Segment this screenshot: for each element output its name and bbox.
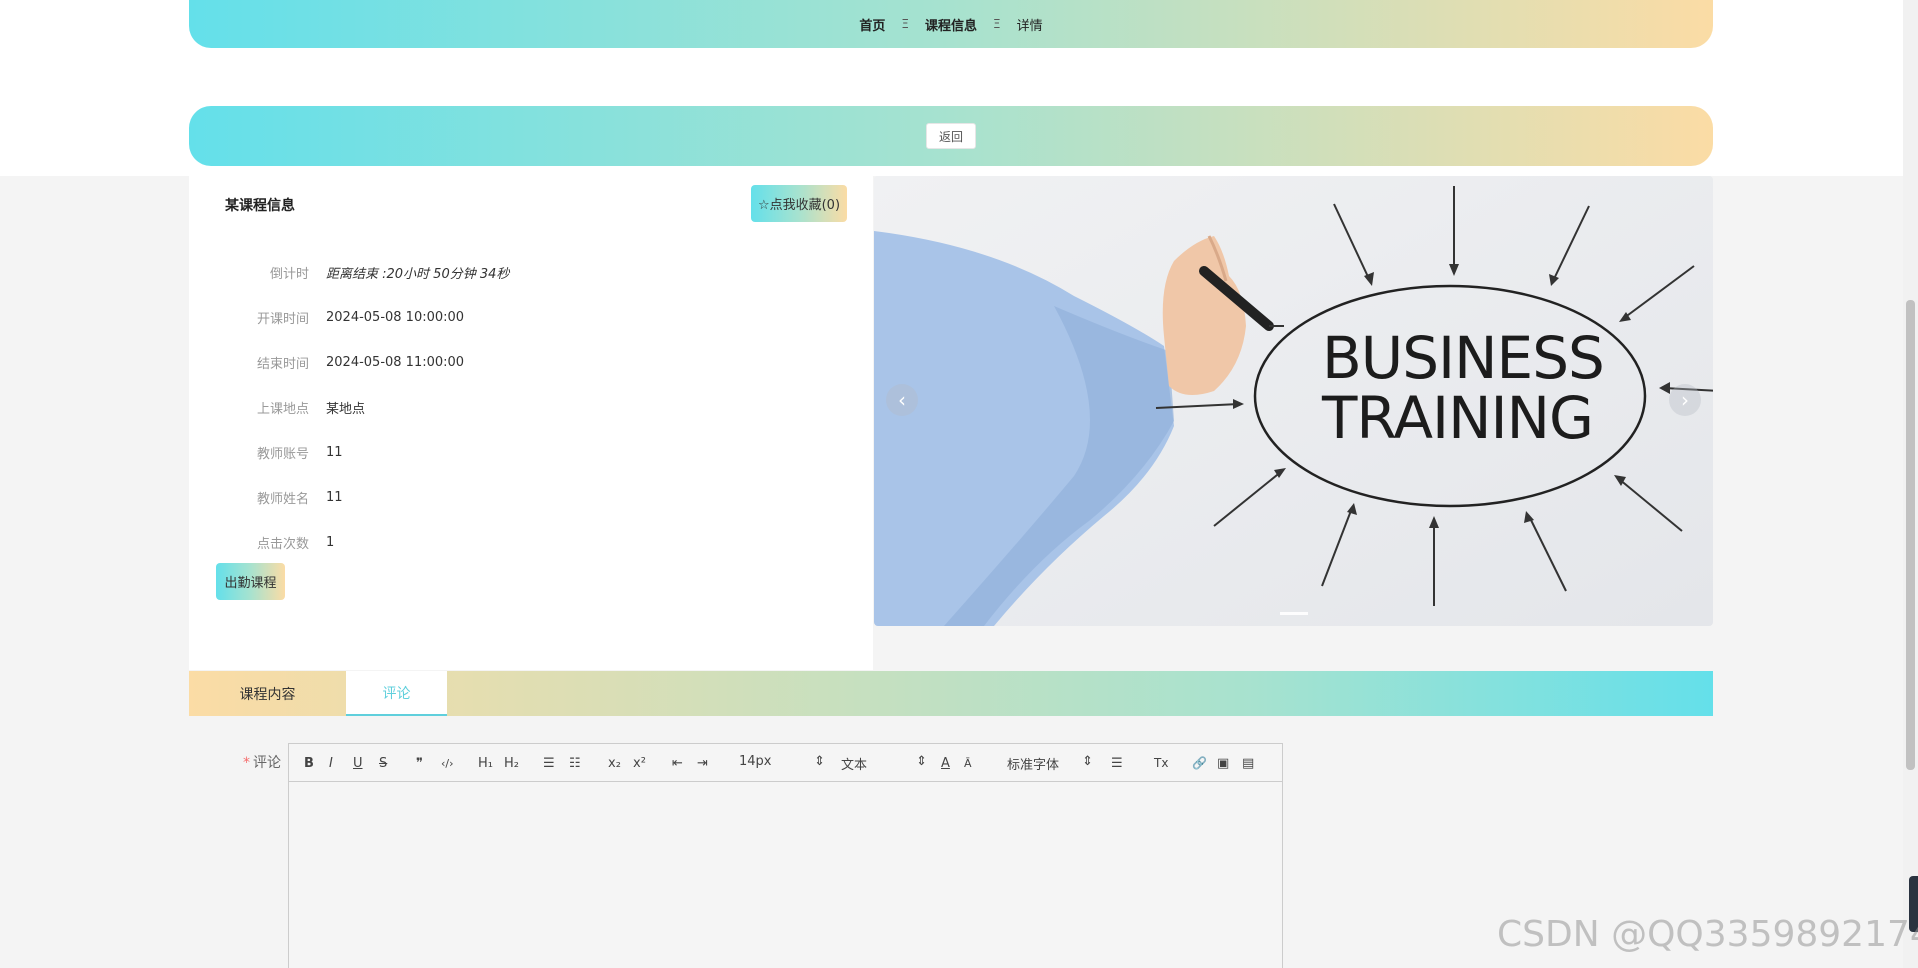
heading-2-icon[interactable]: H₂ [504,754,519,772]
align-icon[interactable]: ☰ [1111,754,1123,772]
breadcrumb-separator: Ξ [993,17,1001,31]
select-arrows-icon: ⇕ [1082,754,1093,769]
subscript-icon[interactable]: x₂ [608,754,621,772]
course-info-panel: 某课程信息 ☆点我收藏(0) 倒计时 距离结束 :20小时 50分钟 34秒 开… [189,176,873,670]
font-size-value: 14px [739,754,772,769]
background-color-icon[interactable]: Ā [964,754,972,772]
strikethrough-icon[interactable]: S [379,754,387,772]
comment-label-text: 评论 [253,755,281,771]
carousel-prev-button[interactable]: ‹ [886,384,918,416]
field-value: 2024-05-08 11:00:00 [326,354,465,370]
font-family-value: 标准字体 [1007,758,1060,773]
field-value: 1 [326,534,335,550]
clear-format-icon[interactable]: Tx [1154,754,1168,772]
carousel-indicator[interactable] [1280,612,1308,615]
favorite-button[interactable]: ☆点我收藏(0) [751,185,847,222]
video-icon[interactable]: ▤ [1242,754,1254,772]
field-location: 上课地点 某地点 [189,397,873,417]
course-image-carousel[interactable]: ‹ › BUSINESS TRAINING [874,176,1713,626]
scrollbar-thumb[interactable] [1906,300,1915,770]
field-value: 11 [326,489,343,505]
code-block-icon[interactable]: ‹/› [441,754,454,772]
field-countdown: 倒计时 距离结束 :20小时 50分钟 34秒 [189,262,873,282]
field-label: 开课时间 [256,311,309,327]
ordered-list-icon[interactable]: ☰ [543,754,555,772]
field-label: 上课地点 [256,401,309,417]
field-label: 结束时间 [256,356,309,372]
field-start-time: 开课时间 2024-05-08 10:00:00 [189,307,873,327]
underline-icon[interactable]: U [353,754,363,772]
comment-editor: B I U S ❞ ‹/› H₁ H₂ ☰ ☷ x₂ x² ⇤ ⇥ 14px ⇕ … [288,743,1283,968]
banner-line-1: BUSINESS [1322,324,1605,392]
select-arrows-icon: ⇕ [814,754,825,769]
back-bar: 返回 [189,106,1713,166]
field-label: 教师账号 [256,446,309,462]
field-label: 点击次数 [256,536,309,552]
font-size-select[interactable]: 14px ⇕ [739,754,825,769]
heading-1-icon[interactable]: H₁ [478,754,493,772]
select-arrows-icon: ⇕ [916,754,927,769]
italic-icon[interactable]: I [329,754,333,772]
superscript-icon[interactable]: x² [633,754,646,772]
comment-label: * 评论 [243,752,281,772]
editor-toolbar: B I U S ❞ ‹/› H₁ H₂ ☰ ☷ x₂ x² ⇤ ⇥ 14px ⇕ … [289,744,1282,782]
course-title: 某课程信息 [225,198,295,214]
blockquote-icon[interactable]: ❞ [416,754,423,772]
font-color-icon[interactable]: A [941,754,950,772]
watermark: CSDN @QQ3359892174 [1497,914,1918,955]
field-label: 教师姓名 [256,491,309,507]
field-value: 11 [326,444,343,460]
breadcrumb-separator: Ξ [901,17,909,31]
field-label: 倒计时 [269,266,309,282]
format-select[interactable]: 文本 ⇕ [841,754,927,773]
breadcrumb: 首页 Ξ 课程信息 Ξ 详情 [189,0,1713,48]
detail-tabs: 课程内容 评论 [189,671,1713,716]
tab-comment[interactable]: 评论 [346,671,447,716]
breadcrumb-course-info[interactable]: 课程信息 [925,15,977,34]
field-teacher-name: 教师姓名 11 [189,487,873,507]
back-button[interactable]: 返回 [925,123,976,149]
field-value: 2024-05-08 10:00:00 [326,309,465,325]
required-mark: * [243,755,250,771]
breadcrumb-detail: 详情 [1016,18,1043,34]
format-value: 文本 [841,758,868,773]
image-icon[interactable]: ▣ [1217,754,1229,772]
outdent-icon[interactable]: ⇤ [672,754,683,772]
font-family-select[interactable]: 标准字体 ⇕ [1007,754,1093,773]
breadcrumb-home[interactable]: 首页 [859,15,885,34]
field-click-count: 点击次数 1 [189,532,873,552]
banner-text: BUSINESS TRAINING [1322,324,1605,452]
carousel-next-button[interactable]: › [1669,384,1701,416]
link-icon[interactable]: 🔗 [1192,754,1207,772]
attend-course-button[interactable]: 出勤课程 [216,563,285,600]
indent-icon[interactable]: ⇥ [697,754,708,772]
field-value: 距离结束 :20小时 50分钟 34秒 [326,266,510,282]
field-teacher-account: 教师账号 11 [189,442,873,462]
bullet-list-icon[interactable]: ☷ [569,754,581,772]
banner-line-2: TRAINING [1322,384,1594,452]
bold-icon[interactable]: B [304,754,314,772]
comment-textarea[interactable] [289,782,1282,968]
tab-course-content[interactable]: 课程内容 [189,671,346,716]
field-end-time: 结束时间 2024-05-08 11:00:00 [189,352,873,372]
field-value: 某地点 [326,401,366,417]
